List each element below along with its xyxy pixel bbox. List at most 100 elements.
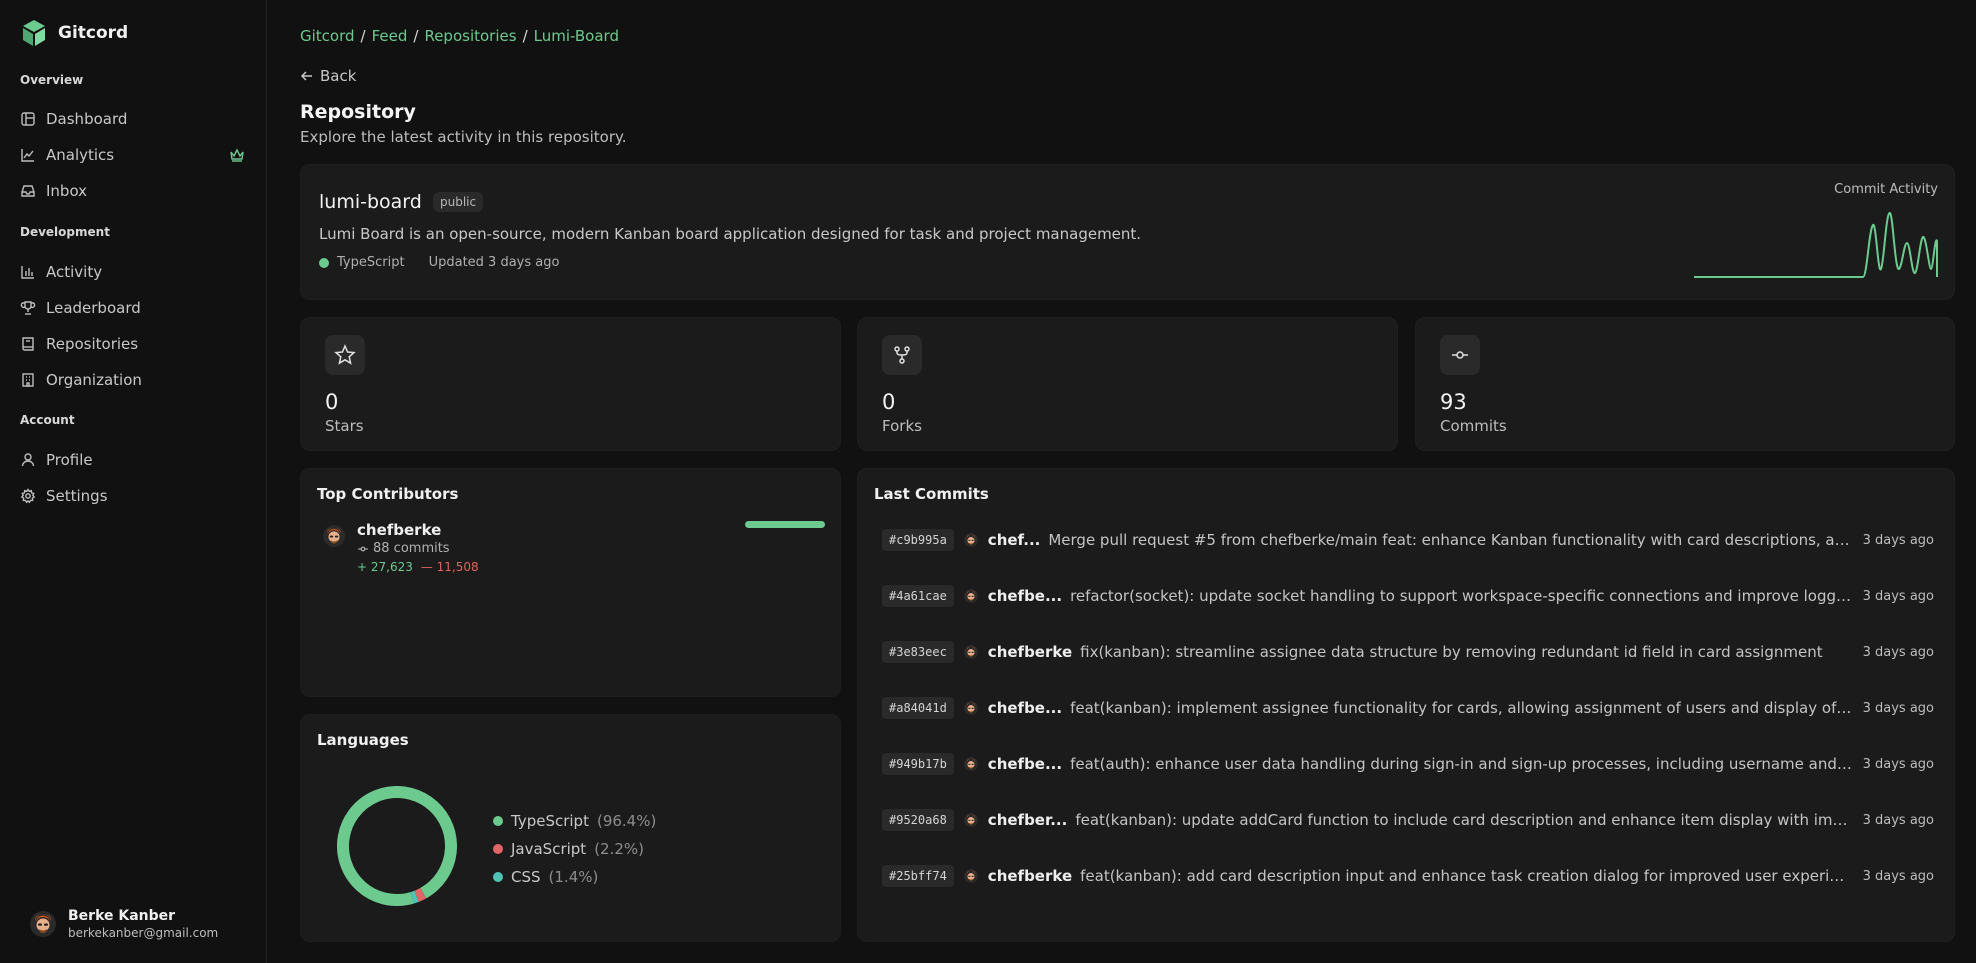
commit-hash[interactable]: #3e83eec <box>882 641 954 663</box>
repo-meta: TypeScript Updated 3 days ago <box>319 255 559 270</box>
sidebar-item-dashboard[interactable]: Dashboard <box>20 105 245 133</box>
commit-author[interactable]: chefber... <box>988 811 1068 829</box>
sidebar-item-leaderboard[interactable]: Leaderboard <box>20 294 245 322</box>
donut-slice-typescript <box>337 786 457 906</box>
avatar <box>963 813 978 827</box>
commit-message: Merge pull request #5 from chefberke/mai… <box>1048 531 1852 549</box>
back-button[interactable]: Back <box>300 67 356 85</box>
building-icon <box>22 373 34 387</box>
avatar <box>963 533 978 547</box>
sidebar-item-label: Profile <box>46 451 93 469</box>
commit-message: feat(auth): enhance user data handling d… <box>1070 755 1853 773</box>
breadcrumb-current[interactable]: Lumi-Board <box>534 27 619 45</box>
breadcrumb-feed[interactable]: Feed <box>372 27 408 45</box>
avatar <box>963 645 978 659</box>
section-title-account: Account <box>20 413 75 427</box>
commit-message: refactor(socket): update socket handling… <box>1070 587 1853 605</box>
sidebar-item-profile[interactable]: Profile <box>20 446 245 474</box>
stat-icon-box <box>882 335 922 375</box>
sidebar-item-settings[interactable]: Settings <box>20 482 245 510</box>
commit-time: 3 days ago <box>1862 812 1934 828</box>
page-subtitle: Explore the latest activity in this repo… <box>300 128 627 146</box>
stat-label: Forks <box>882 417 922 435</box>
dashboard-icon <box>21 112 35 126</box>
breadcrumb-repositories[interactable]: Repositories <box>424 27 516 45</box>
commit-message: feat(kanban): update addCard function to… <box>1075 811 1852 829</box>
commit-hash[interactable]: #9520a68 <box>882 809 954 831</box>
commit-hash[interactable]: #a84041d <box>882 697 954 719</box>
contributor-commit-count: 88 commits <box>373 541 450 556</box>
crown-icon <box>230 148 244 162</box>
avatar <box>963 757 978 771</box>
language-name: CSS <box>511 868 541 886</box>
card-title: Top Contributors <box>317 485 459 503</box>
sidebar-item-organization[interactable]: Organization <box>20 366 245 394</box>
back-label: Back <box>320 67 357 85</box>
trophy-icon <box>20 301 36 315</box>
sidebar-item-repositories[interactable]: Repositories <box>20 330 245 358</box>
languages-donut-chart <box>337 786 457 906</box>
languages-legend: TypeScript (96.4%) JavaScript (2.2%) CSS… <box>493 807 656 891</box>
avatar <box>30 911 56 937</box>
user-profile[interactable]: Berke Kanber berkekanber@gmail.com <box>30 908 218 940</box>
commit-activity-sparkline <box>1694 211 1938 278</box>
repo-name: lumi-board <box>319 191 422 213</box>
commit-hash[interactable]: #949b17b <box>882 753 954 775</box>
avatar <box>323 525 345 547</box>
last-commits-card: Last Commits #c9b995a chef... Merge pull r… <box>857 468 1955 942</box>
contributor-commits: 88 commits <box>357 541 479 556</box>
commit-row[interactable]: #4a61cae chefbe... refactor(socket): updat… <box>882 584 1934 608</box>
commit-row[interactable]: #a84041d chefbe... feat(kanban): implement… <box>882 696 1934 720</box>
legend-item-css: CSS (1.4%) <box>493 863 656 891</box>
commit-row[interactable]: #25bff74 chefberke feat(kanban): add card … <box>882 864 1934 888</box>
language-name: JavaScript <box>511 840 587 858</box>
brand[interactable]: Gitcord <box>20 19 128 47</box>
repo-description: Lumi Board is an open-source, modern Kan… <box>319 225 1142 243</box>
donut-slice-javascript <box>414 887 427 902</box>
user-name: Berke Kanber <box>68 908 176 924</box>
commit-time: 3 days ago <box>1862 868 1934 884</box>
arrow-left-icon <box>300 71 312 81</box>
commit-author[interactable]: chefbe... <box>988 755 1062 773</box>
commit-time: 3 days ago <box>1862 700 1934 716</box>
commit-message: feat(kanban): implement assignee functio… <box>1070 699 1853 717</box>
card-title: Last Commits <box>874 485 989 503</box>
breadcrumb-separator: / <box>413 27 419 45</box>
commit-row[interactable]: #3e83eec chefberke fix(kanban): streamline… <box>882 640 1934 664</box>
sidebar-item-inbox[interactable]: Inbox <box>20 177 245 205</box>
commit-hash[interactable]: #4a61cae <box>882 585 954 607</box>
commit-author[interactable]: chef... <box>988 531 1041 549</box>
commit-author-avatar <box>963 813 978 827</box>
commit-author[interactable]: chefberke <box>988 867 1072 885</box>
commit-author[interactable]: chefbe... <box>988 699 1062 717</box>
section-title-development: Development <box>20 225 110 239</box>
sidebar-item-label: Settings <box>46 487 108 505</box>
language-name: TypeScript <box>511 812 589 830</box>
commit-author-avatar <box>963 869 978 883</box>
logo-icon <box>23 20 45 46</box>
sidebar-item-activity[interactable]: Activity <box>20 258 245 286</box>
section-title-overview: Overview <box>20 73 84 87</box>
additions: + 27,623 <box>357 560 413 574</box>
avatar <box>963 589 978 603</box>
commit-hash[interactable]: #25bff74 <box>882 865 954 887</box>
commit-row[interactable]: #c9b995a chef... Merge pull request #5 fro… <box>882 528 1934 552</box>
commit-time: 3 days ago <box>1862 756 1934 772</box>
page-title: Repository <box>300 101 416 123</box>
commit-author[interactable]: chefbe... <box>988 587 1062 605</box>
stat-label: Stars <box>325 417 364 435</box>
commit-row[interactable]: #949b17b chefbe... feat(auth): enhance use… <box>882 752 1934 776</box>
fork-icon <box>894 346 910 364</box>
language-percent: (1.4%) <box>548 868 599 886</box>
contribution-bar <box>745 521 825 528</box>
chart-line-icon <box>21 149 34 162</box>
sidebar-item-analytics[interactable]: Analytics <box>20 141 245 169</box>
commit-author[interactable]: chefberke <box>988 643 1072 661</box>
commit-hash[interactable]: #c9b995a <box>882 529 954 551</box>
commit-row[interactable]: #9520a68 chefber... feat(kanban): update a… <box>882 808 1934 832</box>
book-icon <box>22 337 34 351</box>
commit-message: feat(kanban): add card description input… <box>1080 867 1853 885</box>
commit-author-avatar <box>963 645 978 659</box>
contributor-item[interactable]: chefberke 88 commits + 27,623 — 11,508 <box>323 521 479 574</box>
breadcrumb-gitcord[interactable]: Gitcord <box>300 27 355 45</box>
